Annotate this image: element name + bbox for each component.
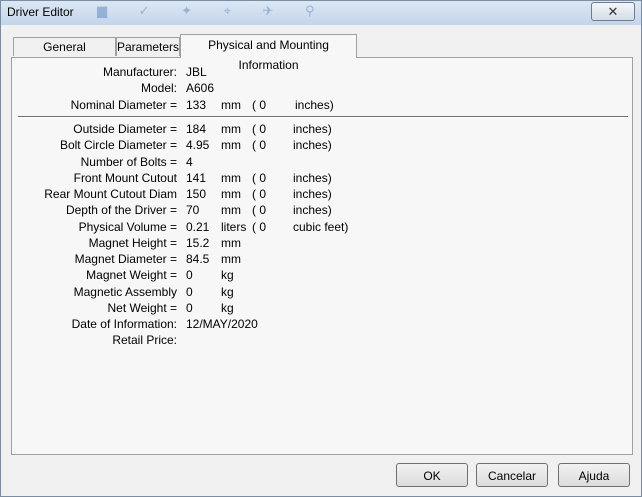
model-label: Model: [140,81,177,95]
physical-volume-value: 0.21 [186,220,210,234]
nominal-diameter-unit: mm [221,98,241,112]
front-mount-cutout-value: 141 [186,171,207,185]
nominal-diameter-value: 133 [186,98,207,112]
net-weight-value: 0 [186,301,193,315]
depth-of-driver-converted: ( 0 [252,203,267,217]
field-row-front-mount-cutout: Front Mount Cutout 141 mm ( 0 inches) [12,171,632,187]
magnet-height-label: Magnet Height = [88,236,177,250]
section-divider [18,116,628,118]
physical-volume-unit: liters [221,220,247,234]
rear-mount-cutout-value: 150 [186,187,207,201]
net-weight-label: Net Weight = [107,301,177,315]
nominal-diameter-converted: ( 0 [252,98,267,112]
field-row-magnet-diameter: Magnet Diameter = 84.5 mm [12,252,632,268]
driver-editor-window: Driver Editor ▆ ✓ ✦ ⌖ ✈ ⚲ ✕ General Info… [0,0,642,497]
tab-general-information[interactable]: General Information [13,37,116,72]
physical-volume-label: Physical Volume = [78,220,177,234]
depth-of-driver-converted-unit: inches) [293,203,332,217]
outside-diameter-unit: mm [221,122,241,136]
outside-diameter-converted: ( 0 [252,122,267,136]
nominal-diameter-label: Nominal Diameter = [70,98,177,112]
date-of-information-label: Date of Information: [71,317,177,331]
number-of-bolts-label: Number of Bolts = [80,155,177,169]
field-row-net-weight: Net Weight = 0 kg [12,301,632,317]
title-bar[interactable]: Driver Editor ▆ ✓ ✦ ⌖ ✈ ⚲ ✕ [1,1,641,25]
rear-mount-cutout-converted-unit: inches) [293,187,332,201]
bolt-circle-diameter-label: Bolt Circle Diameter = [59,138,177,152]
front-mount-cutout-converted-unit: inches) [293,171,332,185]
tab-label: Parameters [117,40,180,54]
model-value: A606 [186,81,215,95]
tab-physical-and-mounting-information[interactable]: Physical and Mounting Information [180,34,357,72]
field-row-bolt-circle-diameter: Bolt Circle Diameter = 4.95 mm ( 0 inche… [12,138,632,154]
field-row-retail-price: Retail Price: [12,333,632,349]
magnet-diameter-value: 84.5 [186,252,210,266]
net-weight-unit: kg [221,301,234,315]
field-row-outside-diameter: Outside Diameter = 184 mm ( 0 inches) [12,122,632,138]
outside-diameter-converted-unit: inches) [293,122,332,136]
field-row-magnetic-assembly: Magnetic Assembly 0 kg [12,285,632,301]
rear-mount-cutout-unit: mm [221,187,241,201]
field-row-number-of-bolts: Number of Bolts = 4 [12,155,632,171]
help-button[interactable]: Ajuda [558,463,630,487]
manufacturer-value: JBL [186,65,207,79]
number-of-bolts-value: 4 [186,155,193,169]
field-row-model: Model: A606 [12,81,632,97]
field-row-depth-of-driver: Depth of the Driver = 70 mm ( 0 inches) [12,203,632,219]
outside-diameter-value: 184 [186,122,207,136]
manufacturer-label: Manufacturer: [102,65,177,79]
magnetic-assembly-value: 0 [186,285,193,299]
field-row-rear-mount-cutout: Rear Mount Cutout Diam 150 mm ( 0 inches… [12,187,632,203]
ok-button[interactable]: OK [396,463,468,487]
bolt-circle-diameter-converted: ( 0 [252,138,267,152]
front-mount-cutout-unit: mm [221,171,241,185]
depth-of-driver-label: Depth of the Driver = [65,203,177,217]
background-toolbar-icons: ▆ ✓ ✦ ⌖ ✈ ⚲ [97,3,329,18]
outside-diameter-label: Outside Diameter = [73,122,177,136]
field-row-physical-volume: Physical Volume = 0.21 liters ( 0 cubic … [12,220,632,236]
rear-mount-cutout-converted: ( 0 [252,187,267,201]
date-of-information-value: 12/MAY/2020 [186,317,258,331]
physical-volume-converted: ( 0 [252,220,267,234]
magnet-height-value: 15.2 [186,236,210,250]
magnet-diameter-unit: mm [221,252,241,266]
field-row-nominal-diameter: Nominal Diameter = 133 mm ( 0 inches) [12,98,632,114]
bolt-circle-diameter-converted-unit: inches) [293,138,332,152]
window-title: Driver Editor [7,5,74,19]
close-button[interactable]: ✕ [591,2,635,21]
magnet-weight-unit: kg [221,268,234,282]
magnet-weight-label: Magnet Weight = [86,268,177,282]
field-row-date-of-information: Date of Information: 12/MAY/2020 [12,317,632,333]
physical-mounting-panel: Manufacturer: JBL Model: A606 Nominal Di… [11,57,633,455]
physical-volume-converted-unit: cubic feet) [293,220,349,234]
magnet-weight-value: 0 [186,268,193,282]
rear-mount-cutout-label: Rear Mount Cutout Diam [44,187,177,201]
magnet-height-unit: mm [221,236,241,250]
depth-of-driver-unit: mm [221,203,241,217]
bolt-circle-diameter-value: 4.95 [186,138,210,152]
retail-price-label: Retail Price: [112,333,177,347]
nominal-diameter-converted-unit: inches) [295,98,334,112]
magnet-diameter-label: Magnet Diameter = [74,252,177,266]
field-row-magnet-height: Magnet Height = 15.2 mm [12,236,632,252]
magnetic-assembly-unit: kg [221,285,234,299]
tab-parameters[interactable]: Parameters [116,37,180,56]
cancel-button[interactable]: Cancelar [476,463,548,487]
front-mount-cutout-converted: ( 0 [252,171,267,185]
front-mount-cutout-label: Front Mount Cutout [73,171,177,185]
close-icon: ✕ [607,3,619,19]
field-row-manufacturer: Manufacturer: JBL [12,65,632,81]
magnetic-assembly-label: Magnetic Assembly [73,285,177,299]
field-row-magnet-weight: Magnet Weight = 0 kg [12,268,632,284]
depth-of-driver-value: 70 [186,203,200,217]
bolt-circle-diameter-unit: mm [221,138,241,152]
